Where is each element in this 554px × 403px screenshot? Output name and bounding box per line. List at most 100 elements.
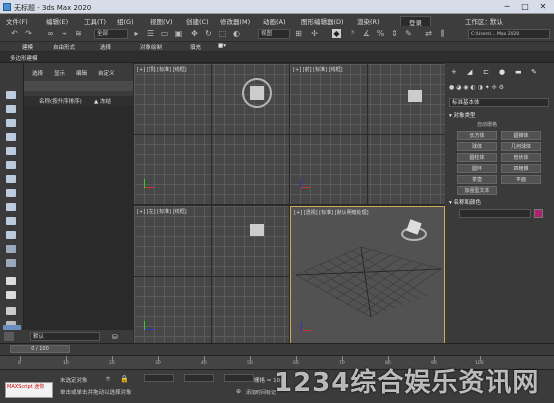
menu-modifiers[interactable]: 修改器(M) <box>220 16 250 26</box>
x-coord-field[interactable] <box>144 374 174 382</box>
object-category-dropdown[interactable]: 标准基本体 <box>449 98 549 107</box>
explorer-menu-edit[interactable]: 编辑 <box>76 69 87 77</box>
workspace-path-dropdown[interactable]: C:\Users\... Max 2020 <box>468 29 550 39</box>
hierarchy-tab-icon[interactable]: ⊏ <box>483 68 489 76</box>
ribbon-options-icon[interactable]: ■▾ <box>218 43 226 49</box>
viewport-left[interactable]: [+] [左] [标准] [线框] <box>134 206 289 346</box>
lock-selection-icon[interactable]: 🔒 <box>120 375 129 383</box>
viewport-label-left[interactable]: [+] [左] [标准] [线框] <box>137 208 187 215</box>
motion-tab-icon[interactable]: ● <box>499 68 505 76</box>
modify-tab-icon[interactable]: ◢ <box>467 68 472 76</box>
tab-freeform[interactable]: 自由形式 <box>53 43 75 51</box>
viewport-label-perspective[interactable]: [+] [透视] [标准] [默认明暗处理] <box>294 209 369 216</box>
column-name[interactable]: 名称(按升序排序) <box>39 97 82 105</box>
column-frozen[interactable]: ▲ 冻结 <box>94 97 111 105</box>
autogrid-checkbox[interactable]: 自动栅格 <box>477 121 497 128</box>
select-tool-icon[interactable] <box>6 91 16 99</box>
link-icon[interactable]: ∞ <box>46 29 55 38</box>
menu-graph-editors[interactable]: 图形编辑器(D) <box>301 16 344 26</box>
align-icon[interactable]: ⫼ <box>438 29 447 38</box>
frozen-filter-icon[interactable] <box>6 259 16 267</box>
percent-snap-icon[interactable]: % <box>376 29 385 38</box>
all-filter-icon[interactable] <box>6 291 16 299</box>
spinner-snap-icon[interactable]: ⇕ <box>390 29 399 38</box>
viewport-perspective[interactable]: [+] [透视] [标准] [默认明暗处理] <box>290 206 445 346</box>
cylinder-button[interactable]: 圆柱体 <box>457 153 497 162</box>
selection-filter-dropdown[interactable]: 全部 <box>94 29 128 39</box>
explorer-list[interactable] <box>24 106 133 343</box>
place-icon[interactable]: ◐ <box>232 29 241 38</box>
rollout-object-type[interactable]: 对象类型 <box>454 113 476 119</box>
maximize-button[interactable]: □ <box>516 1 534 12</box>
utilities-tab-icon[interactable]: ✎ <box>531 68 537 76</box>
cameras-filter-icon[interactable] <box>6 161 16 169</box>
explorer-search-bar[interactable] <box>24 81 133 91</box>
viewport-label-top[interactable]: [+] [顶] [标准] [线框] <box>137 66 187 73</box>
menu-create[interactable]: 创建(C) <box>186 16 209 26</box>
display-children-icon[interactable] <box>6 307 16 315</box>
bind-spacewarp-icon[interactable]: ≋ <box>74 29 83 38</box>
time-tag-icon[interactable]: ⊕ <box>236 388 241 395</box>
explorer-menu-customize[interactable]: 自定义 <box>98 69 115 77</box>
viewcube[interactable] <box>250 224 264 236</box>
box-button[interactable]: 长方体 <box>457 131 497 140</box>
sphere-button[interactable]: 球体 <box>457 142 497 151</box>
cone-button[interactable]: 圆锥体 <box>501 131 541 140</box>
z-coord-field[interactable] <box>224 374 254 382</box>
edit-named-sets-icon[interactable]: ✎ <box>404 29 413 38</box>
geometry-filter-icon[interactable] <box>6 119 16 127</box>
containers-filter-icon[interactable] <box>6 245 16 253</box>
menu-rendering[interactable]: 渲染(R) <box>357 16 380 26</box>
viewcube[interactable] <box>408 90 422 102</box>
viewport-label-front[interactable]: [+] [前] [标准] [线框] <box>293 66 343 73</box>
layer-dropdown[interactable]: 默认 <box>30 332 100 341</box>
lights-filter-icon[interactable] <box>6 147 16 155</box>
viewport-top[interactable]: [+] [顶] [标准] [线框] <box>134 64 289 204</box>
select-manipulate-icon[interactable]: ✢ <box>310 29 319 38</box>
plane-button[interactable]: 平面 <box>501 175 541 184</box>
ref-coord-dropdown[interactable]: 视图 <box>258 29 290 39</box>
ribbon-panel-label[interactable]: 多边形建模 <box>10 54 38 62</box>
menu-animation[interactable]: 动画(A) <box>263 16 286 26</box>
teapot-button[interactable]: 茶壶 <box>457 175 497 184</box>
shapes-filter-icon[interactable] <box>6 133 16 141</box>
minimize-button[interactable]: ─ <box>498 1 516 12</box>
rect-selection-icon[interactable]: ▭ <box>160 29 169 38</box>
groups-filter-icon[interactable] <box>6 203 16 211</box>
menu-view[interactable]: 视图(V) <box>150 16 173 26</box>
menu-edit[interactable]: 编辑(E) <box>46 16 68 26</box>
explorer-menu-select[interactable]: 选择 <box>32 69 43 77</box>
tab-modeling[interactable]: 建模 <box>22 43 33 51</box>
layer-stack-icon[interactable]: ⛁ <box>112 333 118 341</box>
torus-button[interactable]: 圆环 <box>457 164 497 173</box>
explorer-menu-display[interactable]: 显示 <box>54 69 65 77</box>
textplus-button[interactable]: 加强型文本 <box>457 186 497 195</box>
rollout-name-color[interactable]: 名称和颜色 <box>454 200 482 206</box>
geosphere-button[interactable]: 几何球体 <box>501 142 541 151</box>
snap-toggle-icon[interactable]: ³ <box>348 29 357 38</box>
select-object-icon[interactable]: ▸ <box>132 29 141 38</box>
workspace-value[interactable]: 默认 <box>490 16 503 26</box>
move-icon[interactable]: ✥ <box>190 29 199 38</box>
rotate-icon[interactable]: ↻ <box>204 29 213 38</box>
display-tab-icon[interactable]: ▬ <box>515 68 522 76</box>
menu-tools[interactable]: 工具(T) <box>84 16 106 26</box>
mirror-icon[interactable]: ⇄ <box>424 29 433 38</box>
scale-icon[interactable]: ⬚ <box>218 29 227 38</box>
tab-selection[interactable]: 选择 <box>100 43 111 51</box>
tab-populate[interactable]: 填充 <box>190 43 201 51</box>
menu-group[interactable]: 组(G) <box>117 16 134 26</box>
object-name-field[interactable] <box>459 209 531 218</box>
unlink-icon[interactable]: ⌁ <box>60 29 69 38</box>
maxscript-listener[interactable]: MAXScript 迷你 <box>5 382 53 398</box>
viewcube[interactable] <box>250 86 264 100</box>
pyramid-button[interactable]: 四棱锥 <box>501 164 541 173</box>
close-button[interactable]: ✕ <box>534 1 552 12</box>
xrefs-filter-icon[interactable] <box>6 217 16 225</box>
bones-filter-icon[interactable] <box>6 231 16 239</box>
y-coord-field[interactable] <box>184 374 214 382</box>
pivot-icon[interactable]: ⊞ <box>294 29 303 38</box>
window-crossing-icon[interactable]: ▣ <box>174 29 183 38</box>
menu-file[interactable]: 文件(F) <box>6 16 28 26</box>
create-tab-icon[interactable]: + <box>451 68 457 76</box>
